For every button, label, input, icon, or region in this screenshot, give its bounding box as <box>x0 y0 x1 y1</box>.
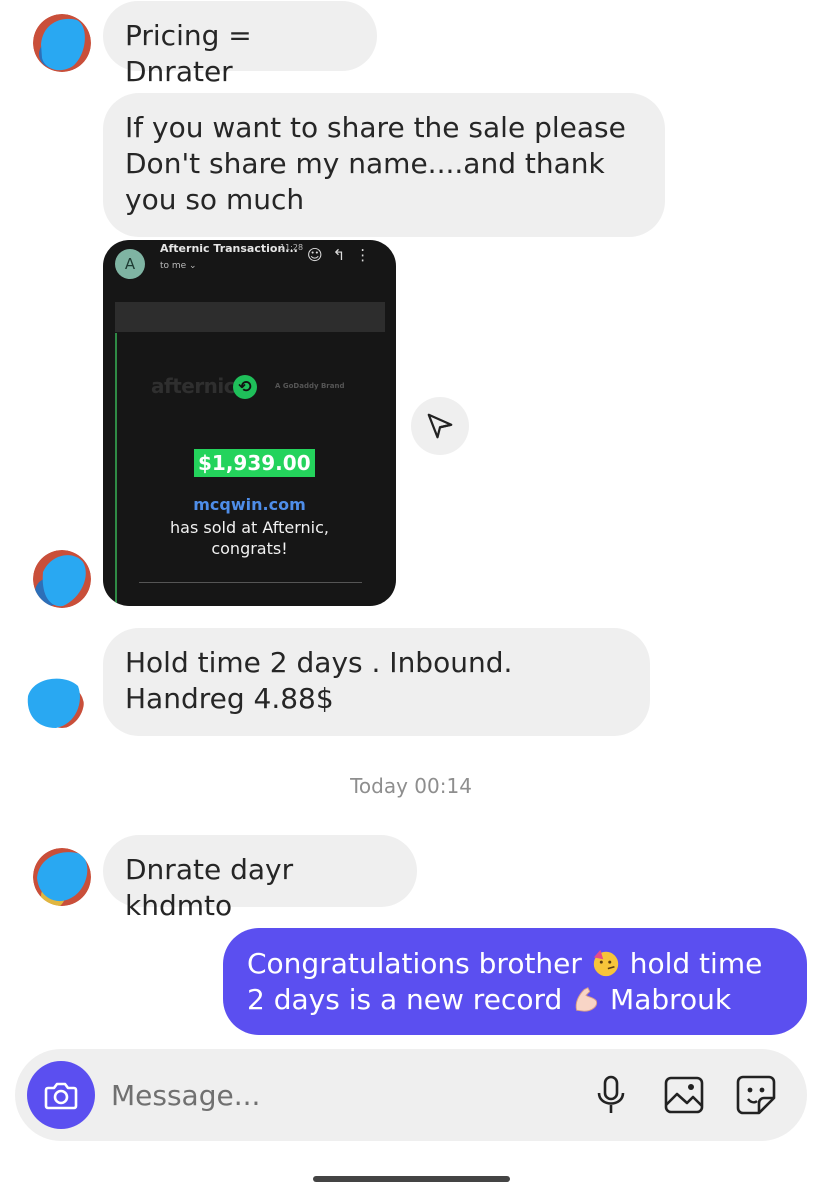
reply-icon: ↰ <box>332 246 356 264</box>
contact-avatar[interactable] <box>26 672 84 730</box>
email-divider <box>139 582 362 583</box>
message-bubble[interactable]: Dnrate dayr khdmto <box>103 835 417 922</box>
sold-line-1: has sold at Afternic, <box>170 518 329 537</box>
flexed-biceps-emoji <box>575 987 598 1012</box>
godaddy-brand-text: A GoDaddy Brand <box>275 382 345 390</box>
sticker-button[interactable] <box>734 1073 778 1117</box>
partying-face-emoji <box>593 949 619 977</box>
message-bubble[interactable]: If you want to share the sale please Don… <box>103 93 665 237</box>
email-recipient: to me ⌄ <box>160 261 197 271</box>
sold-message: has sold at Afternic, congrats! <box>103 517 396 559</box>
afternic-logo-icon: ⟲ <box>233 375 257 399</box>
shared-email-screenshot[interactable]: A Afternic Transaction... 11:28 to me ⌄ … <box>103 240 396 606</box>
gallery-icon <box>664 1076 704 1114</box>
message-text: Dnrate dayr khdmto <box>125 853 294 922</box>
message-text: Mabrouk <box>601 983 732 1016</box>
message-text: Pricing = Dnrater <box>125 19 252 88</box>
more-icon: ⋮ <box>355 246 381 264</box>
send-icon <box>427 413 453 439</box>
contact-avatar[interactable] <box>33 848 91 906</box>
gallery-button[interactable] <box>662 1073 706 1117</box>
message-bubble[interactable]: Pricing = Dnrater <box>103 1 377 88</box>
email-subject-bar <box>115 302 385 332</box>
email-time: 11:28 <box>280 243 304 252</box>
sticker-icon <box>736 1075 776 1115</box>
message-input[interactable] <box>111 1073 551 1117</box>
microphone-icon <box>597 1075 625 1113</box>
chat-timestamp: Today 00:14 <box>350 774 472 798</box>
camera-icon <box>44 1082 78 1110</box>
email-sender: Afternic Transaction... <box>160 242 298 255</box>
message-bubble[interactable]: Hold time 2 days . Inbound. Handreg 4.88… <box>103 628 650 736</box>
sold-domain: mcqwin.com <box>193 495 306 514</box>
afternic-logo-text: afternic <box>151 374 236 398</box>
message-text: If you want to share the sale please Don… <box>125 111 626 216</box>
sale-price: $1,939.00 <box>194 449 315 477</box>
message-composer <box>15 1049 807 1141</box>
contact-avatar[interactable] <box>33 550 91 608</box>
share-button[interactable] <box>411 397 469 455</box>
microphone-button[interactable] <box>589 1073 633 1117</box>
message-text: Congratulations brother <box>247 947 591 980</box>
home-indicator[interactable] <box>313 1176 510 1182</box>
email-quote-line <box>115 333 117 606</box>
my-message-bubble[interactable]: Congratulations brother hold time 2 days… <box>223 928 807 1035</box>
email-header-icons: ☺↰⋮ <box>307 246 380 264</box>
message-text: Hold time 2 days . Inbound. Handreg 4.88… <box>125 646 513 715</box>
smiley-icon: ☺ <box>307 246 333 264</box>
camera-button[interactable] <box>27 1061 95 1129</box>
contact-avatar[interactable] <box>33 14 91 72</box>
sold-line-2: congrats! <box>211 539 288 558</box>
email-sender-avatar: A <box>115 249 145 279</box>
